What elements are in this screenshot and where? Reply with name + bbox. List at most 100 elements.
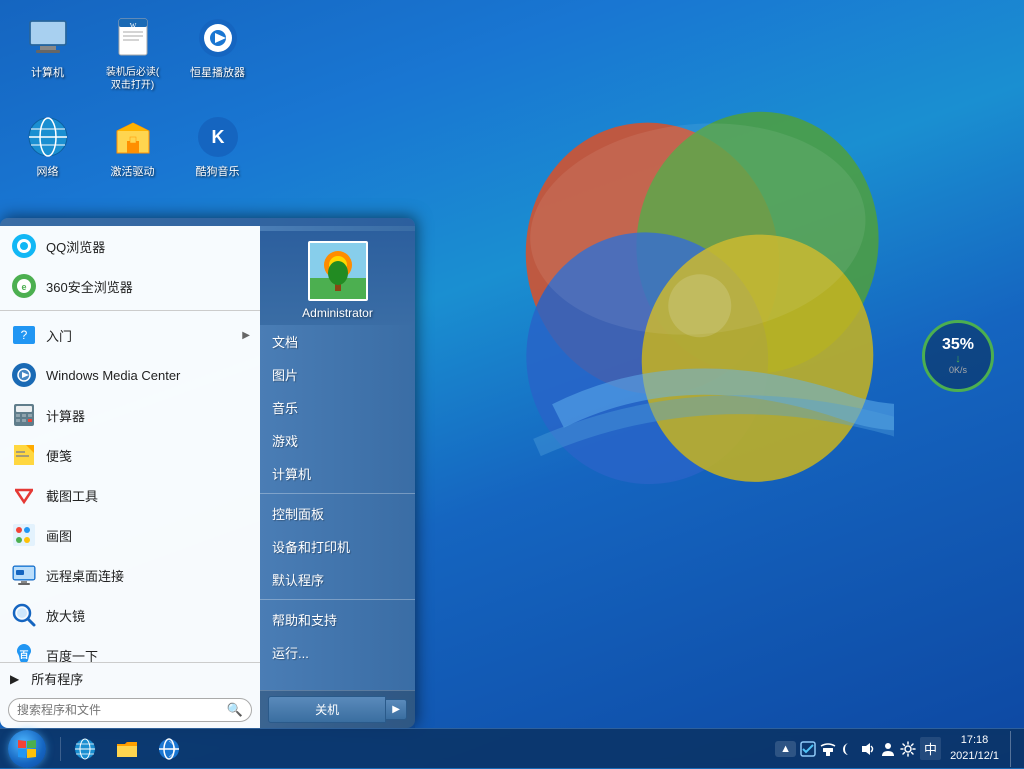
desktop-icon-driver-label: 激活驱动 — [111, 165, 155, 179]
setup-icon: W — [109, 14, 157, 62]
desktop-icon-media-player[interactable]: 恒星播放器 — [180, 10, 255, 96]
documents-label: 文档 — [272, 335, 298, 350]
menu-item-magnifier[interactable]: 放大镜 — [0, 595, 260, 635]
shutdown-arrow-button[interactable]: ▶ — [386, 699, 407, 720]
taskbar-items — [54, 729, 775, 768]
right-menu-separator-2 — [260, 599, 415, 600]
desktop-icon-row-1: 计算机 W 装机后必读( 双击打开) — [10, 10, 255, 96]
tray-settings-icon[interactable] — [899, 740, 917, 758]
desktop-icon-setup[interactable]: W 装机后必读( 双击打开) — [95, 10, 170, 96]
computer-icon — [24, 14, 72, 62]
tray-user-icon[interactable] — [879, 740, 897, 758]
svg-text:百: 百 — [19, 650, 28, 660]
menu-item-wmc[interactable]: Windows Media Center — [0, 355, 260, 395]
menu-item-sticky-label: 便笺 — [46, 446, 250, 465]
help-label: 帮助和支持 — [272, 613, 337, 628]
baidu-icon: 百 — [10, 641, 38, 662]
right-menu-item-documents[interactable]: 文档 — [260, 325, 415, 358]
all-programs-arrow-icon: ▶ — [10, 672, 19, 686]
tray-moon-icon[interactable] — [839, 740, 857, 758]
menu-item-intro-label: 入门 — [46, 326, 234, 345]
search-input[interactable] — [17, 703, 227, 717]
menu-item-all-programs[interactable]: ▶ 所有程序 — [0, 662, 260, 694]
right-menu-item-pictures[interactable]: 图片 — [260, 358, 415, 391]
tray-icons-group — [799, 740, 917, 758]
search-bar[interactable]: 🔍 — [8, 698, 252, 722]
svg-text:e: e — [21, 282, 26, 292]
desktop: 计算机 W 装机后必读( 双击打开) — [0, 0, 1024, 768]
right-menu-item-default-programs[interactable]: 默认程序 — [260, 563, 415, 596]
menu-item-360-browser[interactable]: e 360安全浏览器 — [0, 266, 260, 306]
start-menu-top-bar — [0, 218, 415, 226]
tray-volume-icon[interactable] — [859, 740, 877, 758]
menu-item-intro[interactable]: ? 入门 ▶ — [0, 315, 260, 355]
desktop-icon-setup-label: 装机后必读( 双击打开) — [106, 66, 159, 92]
menu-item-snip[interactable]: 截图工具 — [0, 475, 260, 515]
calculator-icon — [10, 401, 38, 429]
desktop-icon-computer[interactable]: 计算机 — [10, 10, 85, 96]
sticky-icon — [10, 441, 38, 469]
menu-item-calculator[interactable]: 计算器 — [0, 395, 260, 435]
games-label: 游戏 — [272, 434, 298, 449]
show-desktop-button[interactable] — [1010, 731, 1018, 767]
menu-item-paint-label: 画图 — [46, 526, 250, 545]
wmc-icon — [10, 361, 38, 389]
right-menu-item-control-panel[interactable]: 控制面板 — [260, 497, 415, 530]
menu-item-remote[interactable]: 远程桌面连接 — [0, 555, 260, 595]
run-label: 运行... — [272, 646, 309, 661]
svg-text:K: K — [211, 127, 224, 147]
devices-label: 设备和打印机 — [272, 540, 350, 555]
right-menu-item-devices[interactable]: 设备和打印机 — [260, 530, 415, 563]
menu-item-snip-label: 截图工具 — [46, 486, 250, 505]
desktop-icons-container: 计算机 W 装机后必读( 双击打开) — [10, 10, 255, 183]
intro-arrow-icon: ▶ — [242, 330, 250, 341]
start-menu-items-list: QQ浏览器 e 360安全浏览器 — [0, 226, 260, 662]
desktop-icon-qqmusic[interactable]: K 酷狗音乐 — [180, 109, 255, 183]
tray-checkbox-icon[interactable] — [799, 740, 817, 758]
net-speed-widget[interactable]: 35% ↓ 0K/s — [922, 320, 994, 392]
taskbar-icon-explorer[interactable] — [107, 731, 147, 767]
tray-notification-area[interactable]: ▲ — [775, 741, 796, 757]
menu-item-qq-browser[interactable]: QQ浏览器 — [0, 226, 260, 266]
shutdown-button[interactable]: 关机 — [268, 696, 386, 723]
user-panel: Administrator — [260, 231, 415, 325]
ime-indicator[interactable]: 中 — [920, 737, 941, 760]
menu-item-baidu-label: 百度一下 — [46, 646, 250, 663]
clock-time: 17:18 — [961, 733, 989, 748]
desktop-icon-driver[interactable]: 激活驱动 — [95, 109, 170, 183]
net-speed-arrow-icon: ↓ — [955, 353, 961, 365]
taskbar-separator-1 — [60, 737, 61, 761]
taskbar-icon-ie[interactable] — [149, 731, 189, 767]
desktop-icon-media-player-label: 恒星播放器 — [190, 66, 245, 80]
desktop-icon-network-label: 网络 — [37, 165, 59, 179]
clock-date: 2021/12/1 — [950, 749, 999, 764]
driver-icon — [109, 113, 157, 161]
menu-item-sticky[interactable]: 便笺 — [0, 435, 260, 475]
user-avatar[interactable] — [308, 241, 368, 301]
right-menu-item-help[interactable]: 帮助和支持 — [260, 603, 415, 636]
menu-separator-1 — [0, 310, 260, 311]
right-menu-item-run[interactable]: 运行... — [260, 636, 415, 669]
remote-icon — [10, 561, 38, 589]
desktop-icon-network[interactable]: 网络 — [10, 109, 85, 183]
right-menu-item-computer[interactable]: 计算机 — [260, 457, 415, 490]
right-menu-item-games[interactable]: 游戏 — [260, 424, 415, 457]
computer-label: 计算机 — [272, 467, 311, 482]
clock[interactable]: 17:18 2021/12/1 — [944, 733, 1005, 764]
intro-icon: ? — [10, 321, 38, 349]
right-menu-item-music[interactable]: 音乐 — [260, 391, 415, 424]
menu-item-qq-browser-label: QQ浏览器 — [46, 237, 250, 256]
media-player-icon — [194, 14, 242, 62]
music-label: 音乐 — [272, 401, 298, 416]
right-menu-separator-1 — [260, 493, 415, 494]
menu-item-baidu[interactable]: 百 百度一下 — [0, 635, 260, 662]
start-button[interactable] — [0, 729, 54, 769]
search-button-icon[interactable]: 🔍 — [227, 702, 243, 718]
qqmusic-icon: K — [194, 113, 242, 161]
user-name: Administrator — [302, 306, 373, 320]
taskbar-icon-network[interactable] — [65, 731, 105, 767]
pictures-label: 图片 — [272, 368, 298, 383]
tray-network-icon[interactable] — [819, 740, 837, 758]
system-tray: ▲ — [775, 729, 1024, 768]
menu-item-paint[interactable]: 画图 — [0, 515, 260, 555]
